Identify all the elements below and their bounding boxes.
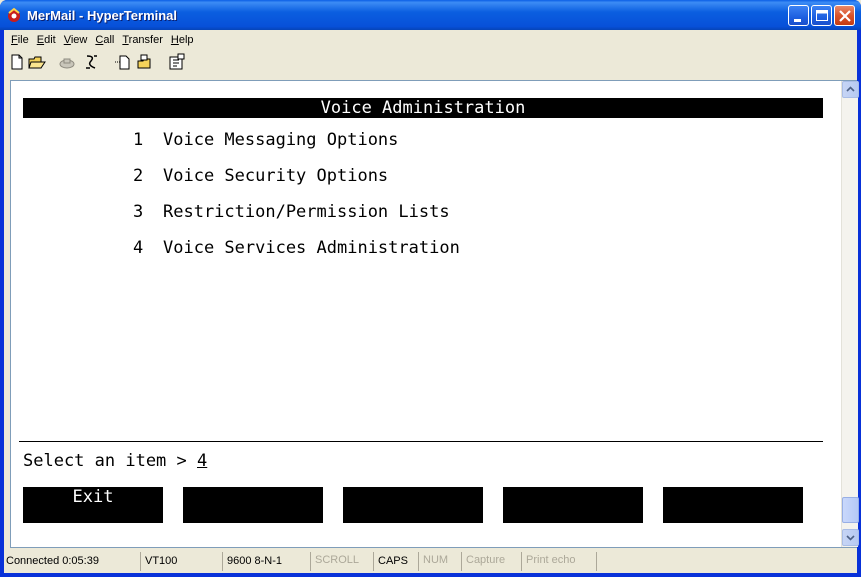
menu-edit[interactable]: Edit (33, 34, 60, 46)
function-key-5[interactable] (663, 487, 803, 523)
minimize-icon (794, 19, 801, 22)
status-spacer (597, 552, 857, 571)
vertical-scrollbar[interactable] (841, 81, 859, 547)
chevron-down-icon (846, 535, 855, 541)
maximize-icon (816, 10, 828, 21)
status-print-echo: Print echo (522, 552, 597, 571)
menu-call[interactable]: Call (91, 34, 118, 46)
status-connection: Connected 0:05:39 (4, 552, 141, 571)
send-icon[interactable] (114, 53, 132, 71)
receive-icon[interactable] (136, 53, 154, 71)
status-settings: 9600 8-N-1 (223, 552, 311, 571)
hyperterminal-window: MerMail - HyperTerminal File Edit View C… (0, 0, 861, 577)
menu-file-rest: ile (17, 33, 29, 46)
title-bar[interactable]: MerMail - HyperTerminal (0, 0, 861, 30)
disconnect-icon[interactable] (82, 53, 100, 71)
menu-transfer[interactable]: Transfer (118, 34, 167, 46)
selection-prompt: Select an item > 4 (23, 451, 207, 471)
function-key-3[interactable] (343, 487, 483, 523)
prompt-input[interactable]: 4 (197, 451, 207, 471)
screen-header: Voice Administration (23, 98, 823, 118)
new-icon[interactable] (8, 53, 26, 71)
scroll-down-button[interactable] (842, 529, 859, 546)
menu-view-mnemonic: V (63, 33, 71, 46)
menu-file[interactable]: File (7, 34, 33, 46)
function-key-4[interactable] (503, 487, 643, 523)
menu-view-rest: iew (70, 33, 88, 46)
minimize-button[interactable] (788, 5, 809, 26)
option-number: 1 (133, 130, 144, 150)
status-bar: Connected 0:05:39 VT100 9600 8-N-1 SCROL… (4, 552, 857, 573)
menu-file-mnemonic: F (11, 33, 18, 46)
status-emulation: VT100 (141, 552, 223, 571)
properties-icon[interactable] (168, 53, 186, 71)
option-number: 3 (133, 202, 144, 222)
status-scroll: SCROLL (311, 552, 374, 571)
option-label: Restriction/Permission Lists (163, 202, 450, 222)
menu-help-mnemonic: H (170, 33, 179, 46)
terminal-screen[interactable]: Voice Administration 1 Voice Messaging O… (19, 89, 834, 539)
open-icon[interactable] (28, 53, 46, 71)
screen-divider (19, 441, 823, 442)
terminal-frame: Voice Administration 1 Voice Messaging O… (10, 80, 859, 548)
scroll-up-button[interactable] (842, 81, 859, 98)
window-client-area: File Edit View Call Transfer Help Voice … (4, 30, 859, 573)
menu-transfer-rest: ransfer (128, 33, 163, 46)
option-label: Voice Messaging Options (163, 130, 399, 150)
chevron-up-icon (846, 86, 855, 92)
status-num: NUM (419, 552, 462, 571)
close-button[interactable] (834, 5, 855, 26)
menu-bar: File Edit View Call Transfer Help (4, 30, 857, 49)
call-icon[interactable] (58, 53, 76, 71)
function-key-1[interactable]: Exit (23, 487, 163, 523)
scrollbar-thumb[interactable] (842, 497, 859, 523)
menu-edit-mnemonic: E (36, 33, 45, 46)
option-number: 4 (133, 238, 144, 258)
option-label: Voice Services Administration (163, 238, 460, 258)
menu-help-rest: elp (178, 33, 194, 46)
menu-help[interactable]: Help (167, 34, 198, 46)
window-title: MerMail - HyperTerminal (27, 8, 178, 23)
option-number: 2 (133, 166, 144, 186)
maximize-button[interactable] (811, 5, 832, 26)
toolbar (4, 50, 857, 76)
menu-call-rest: all (103, 33, 115, 46)
function-key-2[interactable] (183, 487, 323, 523)
menu-view[interactable]: View (60, 34, 92, 46)
option-label: Voice Security Options (163, 166, 389, 186)
prompt-text: Select an item > (23, 451, 197, 471)
status-capture: Capture (462, 552, 522, 571)
close-icon (839, 10, 851, 22)
status-caps: CAPS (374, 552, 419, 571)
menu-edit-rest: dit (44, 33, 56, 46)
app-icon[interactable] (6, 7, 22, 23)
